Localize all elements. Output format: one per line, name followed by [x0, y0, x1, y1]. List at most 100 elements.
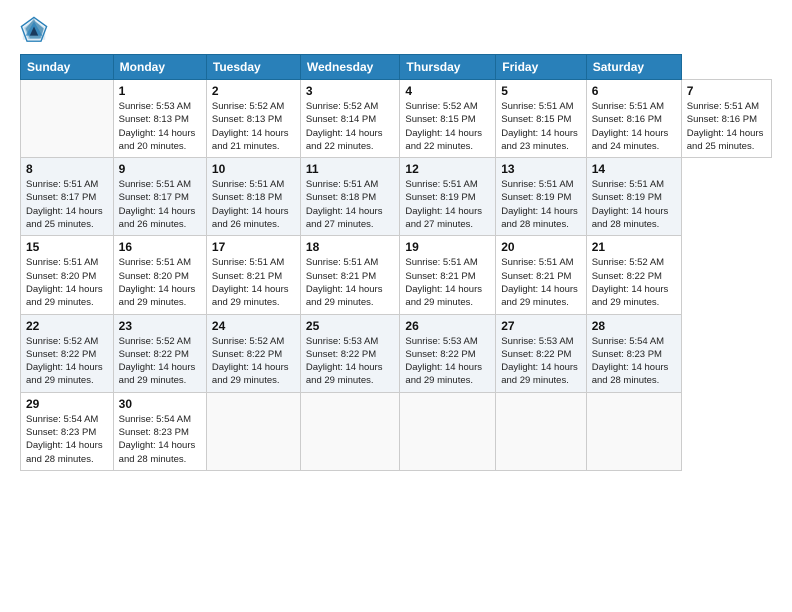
- day-cell: 8 Sunrise: 5:51 AMSunset: 8:17 PMDayligh…: [21, 158, 114, 236]
- col-header-thursday: Thursday: [400, 55, 496, 80]
- day-number: 23: [119, 319, 201, 333]
- day-detail: Sunrise: 5:51 AMSunset: 8:19 PMDaylight:…: [405, 178, 490, 231]
- day-cell: 19 Sunrise: 5:51 AMSunset: 8:21 PMDaylig…: [400, 236, 496, 314]
- day-cell: 21 Sunrise: 5:52 AMSunset: 8:22 PMDaylig…: [586, 236, 681, 314]
- day-detail: Sunrise: 5:51 AMSunset: 8:16 PMDaylight:…: [687, 100, 766, 153]
- page: SundayMondayTuesdayWednesdayThursdayFrid…: [0, 0, 792, 612]
- day-detail: Sunrise: 5:52 AMSunset: 8:15 PMDaylight:…: [405, 100, 490, 153]
- day-detail: Sunrise: 5:51 AMSunset: 8:16 PMDaylight:…: [592, 100, 676, 153]
- day-cell: 25 Sunrise: 5:53 AMSunset: 8:22 PMDaylig…: [300, 314, 400, 392]
- day-detail: Sunrise: 5:52 AMSunset: 8:22 PMDaylight:…: [592, 256, 676, 309]
- day-cell: 7 Sunrise: 5:51 AMSunset: 8:16 PMDayligh…: [681, 80, 771, 158]
- day-detail: Sunrise: 5:53 AMSunset: 8:13 PMDaylight:…: [119, 100, 201, 153]
- day-number: 16: [119, 240, 201, 254]
- day-number: 22: [26, 319, 108, 333]
- day-number: 5: [501, 84, 580, 98]
- day-number: 13: [501, 162, 580, 176]
- day-cell: 6 Sunrise: 5:51 AMSunset: 8:16 PMDayligh…: [586, 80, 681, 158]
- day-number: 4: [405, 84, 490, 98]
- day-detail: Sunrise: 5:54 AMSunset: 8:23 PMDaylight:…: [26, 413, 108, 466]
- day-detail: Sunrise: 5:54 AMSunset: 8:23 PMDaylight:…: [119, 413, 201, 466]
- day-number: 29: [26, 397, 108, 411]
- day-number: 18: [306, 240, 395, 254]
- day-cell: [300, 392, 400, 470]
- day-cell: 27 Sunrise: 5:53 AMSunset: 8:22 PMDaylig…: [496, 314, 586, 392]
- day-cell: [496, 392, 586, 470]
- day-cell: 15 Sunrise: 5:51 AMSunset: 8:20 PMDaylig…: [21, 236, 114, 314]
- day-cell: 22 Sunrise: 5:52 AMSunset: 8:22 PMDaylig…: [21, 314, 114, 392]
- day-detail: Sunrise: 5:51 AMSunset: 8:21 PMDaylight:…: [306, 256, 395, 309]
- day-number: 26: [405, 319, 490, 333]
- day-number: 15: [26, 240, 108, 254]
- day-detail: Sunrise: 5:51 AMSunset: 8:15 PMDaylight:…: [501, 100, 580, 153]
- calendar-table: SundayMondayTuesdayWednesdayThursdayFrid…: [20, 54, 772, 471]
- day-number: 7: [687, 84, 766, 98]
- day-number: 6: [592, 84, 676, 98]
- day-detail: Sunrise: 5:51 AMSunset: 8:19 PMDaylight:…: [592, 178, 676, 231]
- day-detail: Sunrise: 5:51 AMSunset: 8:17 PMDaylight:…: [119, 178, 201, 231]
- day-number: 19: [405, 240, 490, 254]
- day-detail: Sunrise: 5:53 AMSunset: 8:22 PMDaylight:…: [306, 335, 395, 388]
- day-number: 2: [212, 84, 295, 98]
- day-cell: 23 Sunrise: 5:52 AMSunset: 8:22 PMDaylig…: [113, 314, 206, 392]
- day-number: 17: [212, 240, 295, 254]
- day-cell: 28 Sunrise: 5:54 AMSunset: 8:23 PMDaylig…: [586, 314, 681, 392]
- day-cell: 3 Sunrise: 5:52 AMSunset: 8:14 PMDayligh…: [300, 80, 400, 158]
- week-row-5: 29 Sunrise: 5:54 AMSunset: 8:23 PMDaylig…: [21, 392, 772, 470]
- day-number: 3: [306, 84, 395, 98]
- day-detail: Sunrise: 5:51 AMSunset: 8:20 PMDaylight:…: [26, 256, 108, 309]
- day-number: 9: [119, 162, 201, 176]
- week-row-4: 22 Sunrise: 5:52 AMSunset: 8:22 PMDaylig…: [21, 314, 772, 392]
- calendar-header-row: SundayMondayTuesdayWednesdayThursdayFrid…: [21, 55, 772, 80]
- day-detail: Sunrise: 5:51 AMSunset: 8:20 PMDaylight:…: [119, 256, 201, 309]
- logo: [20, 16, 52, 44]
- col-header-monday: Monday: [113, 55, 206, 80]
- header: [20, 16, 772, 44]
- day-detail: Sunrise: 5:51 AMSunset: 8:21 PMDaylight:…: [212, 256, 295, 309]
- day-number: 12: [405, 162, 490, 176]
- day-detail: Sunrise: 5:52 AMSunset: 8:22 PMDaylight:…: [26, 335, 108, 388]
- col-header-tuesday: Tuesday: [206, 55, 300, 80]
- day-cell: 11 Sunrise: 5:51 AMSunset: 8:18 PMDaylig…: [300, 158, 400, 236]
- day-cell: 17 Sunrise: 5:51 AMSunset: 8:21 PMDaylig…: [206, 236, 300, 314]
- day-number: 21: [592, 240, 676, 254]
- day-number: 24: [212, 319, 295, 333]
- day-cell: [586, 392, 681, 470]
- week-row-3: 15 Sunrise: 5:51 AMSunset: 8:20 PMDaylig…: [21, 236, 772, 314]
- day-cell: 5 Sunrise: 5:51 AMSunset: 8:15 PMDayligh…: [496, 80, 586, 158]
- day-detail: Sunrise: 5:51 AMSunset: 8:19 PMDaylight:…: [501, 178, 580, 231]
- day-detail: Sunrise: 5:54 AMSunset: 8:23 PMDaylight:…: [592, 335, 676, 388]
- day-number: 1: [119, 84, 201, 98]
- day-cell: 30 Sunrise: 5:54 AMSunset: 8:23 PMDaylig…: [113, 392, 206, 470]
- day-cell: 24 Sunrise: 5:52 AMSunset: 8:22 PMDaylig…: [206, 314, 300, 392]
- col-header-sunday: Sunday: [21, 55, 114, 80]
- empty-cell: [21, 80, 114, 158]
- day-number: 27: [501, 319, 580, 333]
- day-cell: 1 Sunrise: 5:53 AMSunset: 8:13 PMDayligh…: [113, 80, 206, 158]
- day-detail: Sunrise: 5:52 AMSunset: 8:14 PMDaylight:…: [306, 100, 395, 153]
- day-cell: 2 Sunrise: 5:52 AMSunset: 8:13 PMDayligh…: [206, 80, 300, 158]
- day-cell: 14 Sunrise: 5:51 AMSunset: 8:19 PMDaylig…: [586, 158, 681, 236]
- day-number: 10: [212, 162, 295, 176]
- day-number: 28: [592, 319, 676, 333]
- week-row-1: 1 Sunrise: 5:53 AMSunset: 8:13 PMDayligh…: [21, 80, 772, 158]
- day-cell: [206, 392, 300, 470]
- day-detail: Sunrise: 5:51 AMSunset: 8:18 PMDaylight:…: [212, 178, 295, 231]
- day-number: 14: [592, 162, 676, 176]
- day-number: 30: [119, 397, 201, 411]
- day-cell: 20 Sunrise: 5:51 AMSunset: 8:21 PMDaylig…: [496, 236, 586, 314]
- week-row-2: 8 Sunrise: 5:51 AMSunset: 8:17 PMDayligh…: [21, 158, 772, 236]
- day-cell: 18 Sunrise: 5:51 AMSunset: 8:21 PMDaylig…: [300, 236, 400, 314]
- day-number: 20: [501, 240, 580, 254]
- day-cell: 12 Sunrise: 5:51 AMSunset: 8:19 PMDaylig…: [400, 158, 496, 236]
- day-detail: Sunrise: 5:51 AMSunset: 8:21 PMDaylight:…: [405, 256, 490, 309]
- day-number: 8: [26, 162, 108, 176]
- day-cell: 26 Sunrise: 5:53 AMSunset: 8:22 PMDaylig…: [400, 314, 496, 392]
- day-detail: Sunrise: 5:51 AMSunset: 8:17 PMDaylight:…: [26, 178, 108, 231]
- col-header-friday: Friday: [496, 55, 586, 80]
- logo-icon: [20, 16, 48, 44]
- day-detail: Sunrise: 5:53 AMSunset: 8:22 PMDaylight:…: [501, 335, 580, 388]
- day-detail: Sunrise: 5:52 AMSunset: 8:22 PMDaylight:…: [212, 335, 295, 388]
- day-cell: 13 Sunrise: 5:51 AMSunset: 8:19 PMDaylig…: [496, 158, 586, 236]
- day-detail: Sunrise: 5:52 AMSunset: 8:13 PMDaylight:…: [212, 100, 295, 153]
